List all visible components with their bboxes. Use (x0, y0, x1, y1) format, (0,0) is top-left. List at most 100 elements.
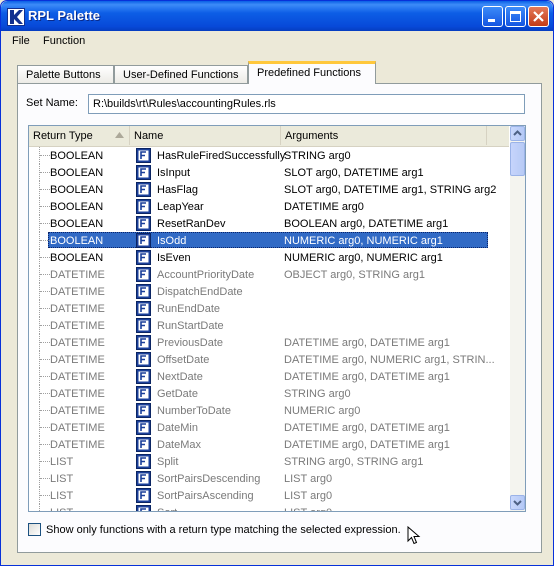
table-row[interactable]: BOOLEAN HasFlag SLOT arg0, DATETIME arg1, … (29, 181, 509, 198)
cell-name: GetDate (157, 388, 198, 400)
cell-return-type: DATETIME (50, 303, 105, 315)
function-f-icon (136, 148, 151, 163)
cell-arguments: DATETIME arg0, NUMERIC arg1, STRIN... (284, 354, 495, 366)
cell-return-type: DATETIME (50, 405, 105, 417)
cell-name: RunStartDate (157, 320, 224, 332)
maximize-icon (510, 11, 521, 22)
cell-arguments: DATETIME arg0, DATETIME arg1 (284, 422, 450, 434)
table-row[interactable]: LIST Sort LIST arg0 (29, 504, 509, 511)
table-row[interactable]: LIST SortPairsAscending LIST arg0 (29, 487, 509, 504)
return-type-filter-checkbox[interactable] (28, 523, 41, 536)
cell-name: IsOdd (157, 235, 187, 247)
table-row[interactable]: DATETIME NextDate DATETIME arg0, DATETIME … (29, 368, 509, 385)
cell-name: HasRuleFiredSuccessfully (157, 150, 286, 162)
cell-name: IsEven (157, 252, 191, 264)
cell-arguments: STRING arg0 (284, 150, 351, 162)
cell-name: ResetRanDev (157, 218, 226, 230)
minimize-button[interactable] (482, 6, 503, 27)
cell-name: SortPairsDescending (157, 473, 261, 485)
set-name-label: Set Name: (26, 97, 78, 109)
cell-return-type: BOOLEAN (50, 167, 104, 179)
tab-user-defined-functions[interactable]: User-Defined Functions (114, 65, 248, 83)
column-label-return-type: Return Type (33, 130, 93, 142)
sort-ascending-icon (115, 132, 124, 138)
table-row[interactable]: BOOLEAN IsEven NUMERIC arg0, NUMERIC arg1 (29, 249, 509, 266)
cell-return-type: DATETIME (50, 422, 105, 434)
table-row[interactable]: DATETIME RunEndDate (29, 300, 509, 317)
table-row[interactable]: BOOLEAN ResetRanDev BOOLEAN arg0, DATETIME… (29, 215, 509, 232)
close-button[interactable] (528, 6, 549, 27)
table-row[interactable]: DATETIME DispatchEndDate (29, 283, 509, 300)
function-f-icon (136, 182, 151, 197)
cell-arguments: LIST arg0 (284, 473, 333, 485)
cell-return-type: BOOLEAN (50, 218, 104, 230)
function-f-icon (136, 199, 151, 214)
function-f-icon (136, 420, 151, 435)
table-row[interactable]: LIST SortPairsDescending LIST arg0 (29, 470, 509, 487)
table-row[interactable]: DATETIME RunStartDate (29, 317, 509, 334)
function-f-icon (136, 471, 151, 486)
cell-name: AccountPriorityDate (157, 269, 255, 281)
cell-return-type: DATETIME (50, 269, 105, 281)
return-type-filter-label[interactable]: Show only functions with a return type m… (46, 524, 401, 536)
cell-arguments: SLOT arg0, DATETIME arg1, STRING arg2 (284, 184, 497, 196)
table-row[interactable]: DATETIME DateMax DATETIME arg0, DATETIME a… (29, 436, 509, 453)
function-f-icon (136, 335, 151, 350)
table-row[interactable]: DATETIME DateMin DATETIME arg0, DATETIME a… (29, 419, 509, 436)
menu-file[interactable]: File (12, 35, 30, 47)
cell-arguments: NUMERIC arg0, NUMERIC arg1 (284, 235, 443, 247)
table-row[interactable]: DATETIME OffsetDate DATETIME arg0, NUMERIC… (29, 351, 509, 368)
cell-name: DateMin (157, 422, 198, 434)
tab-predefined-functions[interactable]: Predefined Functions (248, 61, 376, 84)
vertical-scrollbar[interactable] (510, 126, 525, 511)
chevron-down-icon (513, 500, 522, 506)
table-row[interactable]: BOOLEAN LeapYear DATETIME arg0 (29, 198, 509, 215)
cell-arguments: BOOLEAN arg0, DATETIME arg1 (284, 218, 449, 230)
column-header-arguments[interactable]: Arguments (281, 126, 487, 145)
cell-arguments: STRING arg0 (284, 388, 351, 400)
function-f-icon (136, 216, 151, 231)
cell-return-type: BOOLEAN (50, 150, 104, 162)
table-row[interactable]: BOOLEAN IsInput SLOT arg0, DATETIME arg1 (29, 164, 509, 181)
table-row[interactable]: DATETIME NumberToDate NUMERIC arg0 (29, 402, 509, 419)
cell-return-type: DATETIME (50, 354, 105, 366)
tab-palette-buttons[interactable]: Palette Buttons (17, 65, 114, 83)
scroll-thumb[interactable] (510, 142, 525, 176)
function-f-icon (136, 352, 151, 367)
close-icon (533, 11, 544, 22)
menu-function[interactable]: Function (43, 35, 85, 47)
set-name-input[interactable] (88, 94, 525, 114)
functions-table: Return Type Name Arguments BOOLEAN HasRul… (28, 125, 526, 512)
scroll-up-button[interactable] (510, 126, 525, 141)
function-f-icon (136, 301, 151, 316)
cell-return-type: LIST (50, 507, 73, 511)
title-bar[interactable]: RPL Palette (1, 1, 553, 31)
table-row[interactable]: DATETIME AccountPriorityDate OBJECT arg0, … (29, 266, 509, 283)
cell-name: IsInput (157, 167, 191, 179)
function-f-icon (136, 318, 151, 333)
table-header: Return Type Name Arguments (29, 126, 509, 147)
cell-return-type: DATETIME (50, 388, 105, 400)
table-row[interactable]: DATETIME GetDate STRING arg0 (29, 385, 509, 402)
cell-return-type: BOOLEAN (50, 235, 104, 247)
scroll-down-button[interactable] (510, 495, 525, 510)
table-row[interactable]: LIST Split STRING arg0, STRING arg1 (29, 453, 509, 470)
column-header-name[interactable]: Name (130, 126, 281, 145)
cell-arguments: DATETIME arg0, DATETIME arg1 (284, 337, 450, 349)
maximize-button[interactable] (505, 6, 526, 27)
cell-name: PreviousDate (157, 337, 224, 349)
table-row[interactable]: DATETIME PreviousDate DATETIME arg0, DATET… (29, 334, 509, 351)
function-f-icon (136, 250, 151, 265)
table-row[interactable]: BOOLEAN IsOdd NUMERIC arg0, NUMERIC arg1 (29, 232, 509, 249)
table-body: BOOLEAN HasRuleFiredSuccessfully STRING ar… (29, 147, 509, 511)
cell-arguments: DATETIME arg0 (284, 201, 364, 213)
cell-arguments: NUMERIC arg0, NUMERIC arg1 (284, 252, 443, 264)
table-row[interactable]: BOOLEAN HasRuleFiredSuccessfully STRING ar… (29, 147, 509, 164)
function-f-icon (136, 233, 151, 248)
cell-arguments: DATETIME arg0, DATETIME arg1 (284, 371, 450, 383)
cell-name: NumberToDate (157, 405, 231, 417)
function-f-icon (136, 454, 151, 469)
cell-return-type: BOOLEAN (50, 201, 104, 213)
column-label-arguments: Arguments (285, 130, 339, 142)
cell-arguments: LIST arg0 (284, 490, 333, 502)
